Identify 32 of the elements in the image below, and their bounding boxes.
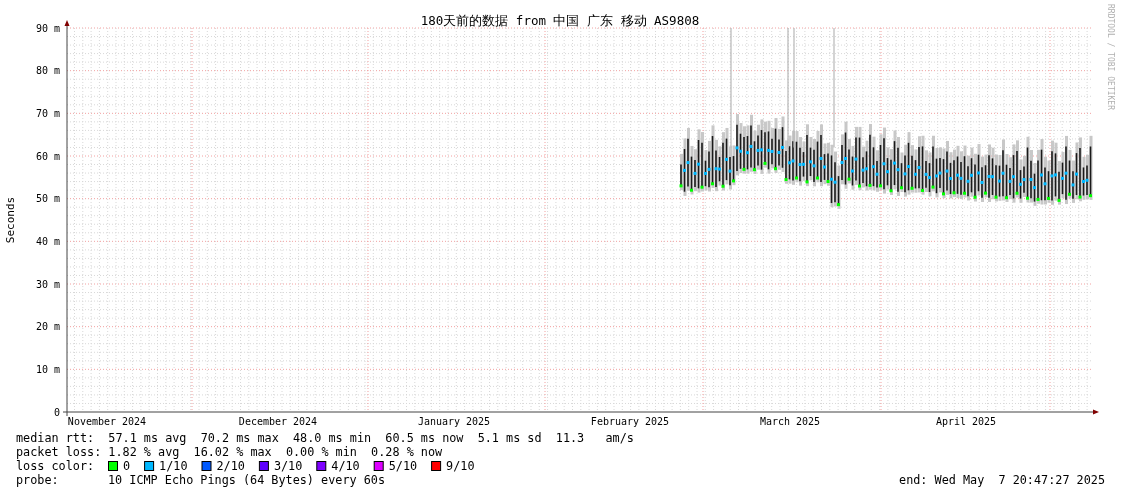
x-axis-label: November 2024 — [67, 416, 147, 427]
x-axis-label: March 2025 — [759, 416, 821, 427]
x-axis-label: December 2024 — [238, 416, 318, 427]
y-axis-label: 20 m — [35, 321, 60, 333]
legend-item-label: 9/10 — [446, 459, 475, 473]
rrdtool-credit: RRDTOOL / TOBI OETIKER — [1106, 4, 1115, 110]
end-timestamp: end: Wed May 7 20:47:27 2025 — [899, 473, 1105, 487]
packet-loss-stats: packet loss: 1.82 % avg 16.02 % max 0.00 % min 0.28 % now — [16, 445, 443, 459]
probe-description: 10 ICMP Echo Pings (64 Bytes) every 60s — [108, 473, 385, 487]
median-rtt-stats: median rtt: 57.1 ms avg 70.2 ms max 48.0 ms min 60.5 ms now 5.1 ms sd 11.3 am/s — [16, 431, 634, 445]
y-axis-label: 40 m — [35, 235, 60, 247]
y-axis-label: 30 m — [35, 278, 60, 290]
legend-item-label: 2/10 — [216, 459, 245, 473]
legend-label: loss color: — [16, 459, 95, 473]
probe-label: probe: — [16, 473, 59, 487]
x-axis-label: April 2025 — [935, 416, 997, 427]
x-axis-label: February 2025 — [590, 416, 670, 427]
chart-title: 180天前的数据 from 中国 广东 移动 AS9808 — [420, 13, 700, 28]
y-axis-label: 60 m — [35, 150, 60, 162]
y-axis-label: 70 m — [35, 107, 60, 119]
legend-item-label: 4/10 — [331, 459, 360, 473]
legend-item-label: 0 — [123, 459, 131, 473]
y-axis-label: 0 — [53, 406, 60, 418]
y-axis-label: 50 m — [35, 193, 60, 205]
legend-item-label: 5/10 — [388, 459, 418, 473]
x-axis-label: January 2025 — [417, 416, 491, 427]
y-axis-label: 80 m — [35, 65, 60, 77]
legend-item-label: 1/10 — [159, 459, 188, 473]
legend-item-label: 3/10 — [273, 459, 303, 473]
axis-title: Seconds — [4, 196, 17, 244]
y-axis-label: 90 m — [35, 22, 60, 34]
y-axis-label: 10 m — [35, 363, 60, 375]
